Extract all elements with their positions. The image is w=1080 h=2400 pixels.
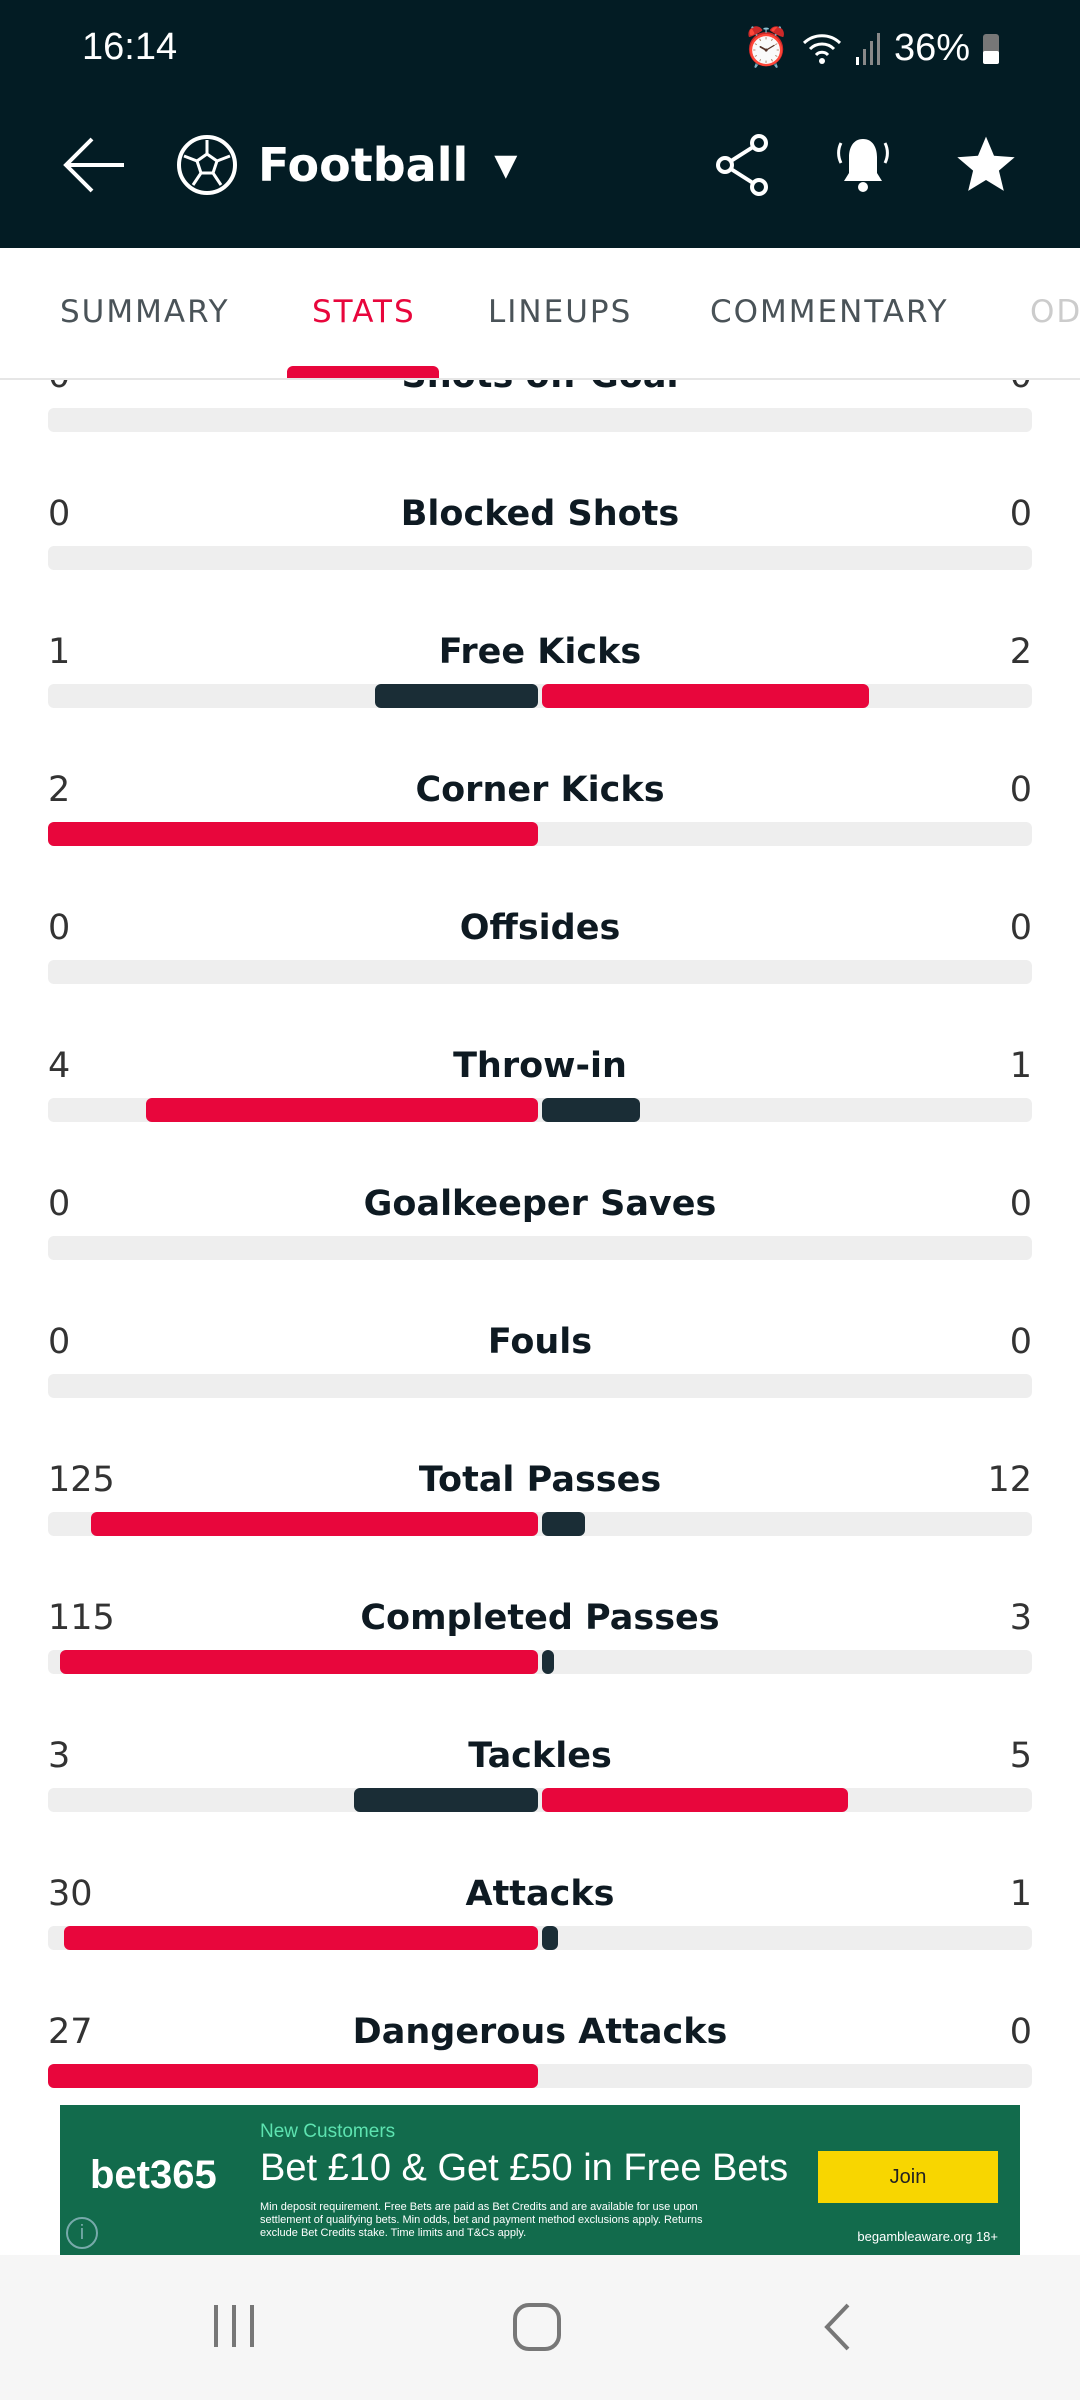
- stat-label: Corner Kicks: [415, 770, 665, 810]
- stat-row: 115 Completed Passes 3: [0, 1598, 1080, 1736]
- stat-bar-track: [48, 408, 1032, 432]
- stat-row: 1 Free Kicks 2: [0, 632, 1080, 770]
- ad-banner[interactable]: bet365 New Customers Bet £10 & Get £50 i…: [60, 2105, 1020, 2255]
- home-icon[interactable]: [512, 2302, 562, 2352]
- recent-apps-icon[interactable]: [210, 2303, 260, 2349]
- battery-icon: [983, 34, 999, 64]
- stat-row: 4 Throw-in 1: [0, 1046, 1080, 1184]
- stat-bar-track: [48, 2064, 1032, 2088]
- stat-bar-track: [48, 960, 1032, 984]
- home-bar: [63, 1926, 538, 1950]
- away-value: 0: [1009, 1322, 1032, 1362]
- home-bar: [90, 1512, 538, 1536]
- tab-summary[interactable]: SUMMARY: [60, 294, 230, 330]
- stat-row: 30 Attacks 1: [0, 1874, 1080, 2012]
- stat-label: Free Kicks: [438, 632, 642, 672]
- ad-brand-logo: bet365: [90, 2153, 217, 2197]
- stat-label: Attacks: [465, 1874, 615, 1914]
- signal-icon: [855, 33, 880, 65]
- away-bar: [542, 1788, 849, 1812]
- home-bar: [48, 2064, 538, 2088]
- stat-bar-track: [48, 1512, 1032, 1536]
- stat-bar-track: [48, 684, 1032, 708]
- away-value: 5: [1009, 1736, 1032, 1776]
- stat-label: Blocked Shots: [400, 494, 680, 534]
- wifi-icon: [802, 34, 841, 64]
- away-value: 0: [1009, 908, 1032, 948]
- stat-label: Goalkeeper Saves: [363, 1184, 717, 1224]
- away-value: 0: [1009, 1184, 1032, 1224]
- stat-row: 0 Offsides 0: [0, 908, 1080, 1046]
- stat-label: Dangerous Attacks: [352, 2012, 728, 2052]
- away-bar: [542, 1926, 558, 1950]
- ad-kicker: New Customers: [260, 2121, 396, 2142]
- home-bar: [354, 1788, 538, 1812]
- away-bar: [542, 1650, 555, 1674]
- away-value: 0: [1009, 770, 1032, 810]
- stat-row: 3 Tackles 5: [0, 1736, 1080, 1874]
- share-icon[interactable]: [715, 133, 771, 197]
- home-bar: [146, 1098, 538, 1122]
- status-icons: ⏰ 36%: [743, 26, 1000, 70]
- back-arrow-icon[interactable]: [62, 135, 126, 195]
- away-value: 3: [1009, 1598, 1032, 1638]
- stat-bar-track: [48, 1650, 1032, 1674]
- stat-bar-track: [48, 1788, 1032, 1812]
- stat-label: Offsides: [459, 908, 621, 948]
- away-value: 1: [1009, 1046, 1032, 1086]
- status-time: 16:14: [82, 26, 178, 68]
- star-icon[interactable]: [955, 134, 1017, 196]
- stat-label: Total Passes: [418, 1460, 662, 1500]
- stat-bar-track: [48, 1926, 1032, 1950]
- football-icon: [177, 135, 237, 195]
- ad-join-button[interactable]: Join: [818, 2151, 998, 2203]
- tab-commentary[interactable]: COMMENTARY: [710, 294, 949, 330]
- battery-level: 36%: [893, 26, 970, 69]
- dropdown-icon[interactable]: ▼: [494, 148, 517, 183]
- home-bar: [60, 1650, 538, 1674]
- home-bar: [48, 822, 538, 846]
- ad-info-icon[interactable]: i: [66, 2217, 98, 2249]
- stat-row: 2 Corner Kicks 0: [0, 770, 1080, 908]
- back-icon[interactable]: [822, 2302, 852, 2352]
- ad-headline: Bet £10 & Get £50 in Free Bets: [260, 2147, 789, 2189]
- sport-title[interactable]: Football: [258, 138, 468, 192]
- stat-row: 0 Fouls 0: [0, 1322, 1080, 1460]
- away-value: 12: [987, 1460, 1032, 1500]
- stat-bar-track: [48, 822, 1032, 846]
- stat-row: 125 Total Passes 12: [0, 1460, 1080, 1598]
- bell-icon[interactable]: [831, 133, 895, 197]
- tab-stats[interactable]: STATS: [312, 294, 416, 330]
- tab-odds[interactable]: OD: [1030, 294, 1080, 330]
- stat-bar-track: [48, 1236, 1032, 1260]
- app-header: 16:14 ⏰ 36% Football ▼: [0, 0, 1080, 248]
- stat-label: Tackles: [468, 1736, 612, 1776]
- away-bar: [542, 1512, 585, 1536]
- alarm-icon: ⏰: [742, 27, 790, 69]
- stat-row: 0 Blocked Shots 0: [0, 494, 1080, 632]
- away-bar: [542, 1098, 640, 1122]
- away-value: 1: [1009, 1874, 1032, 1914]
- stat-label: Throw-in: [453, 1046, 627, 1086]
- away-value: 0: [1009, 494, 1032, 534]
- away-value: 0: [1009, 2012, 1032, 2052]
- active-tab-indicator: [287, 366, 439, 378]
- away-bar: [542, 684, 869, 708]
- stat-row: 0 Goalkeeper Saves 0: [0, 1184, 1080, 1322]
- header-actions: [715, 130, 1017, 200]
- stat-bar-track: [48, 1098, 1032, 1122]
- system-nav-bar: [0, 2255, 1080, 2400]
- stat-bar-track: [48, 1374, 1032, 1398]
- stat-label: Completed Passes: [360, 1598, 720, 1638]
- stat-bar-track: [48, 546, 1032, 570]
- away-value: 2: [1009, 632, 1032, 672]
- header-left: Football ▼: [62, 130, 517, 200]
- stat-label: Fouls: [487, 1322, 593, 1362]
- tab-bar: SUMMARY STATS LINEUPS COMMENTARY OD: [0, 248, 1080, 380]
- tab-lineups[interactable]: LINEUPS: [488, 294, 632, 330]
- home-bar: [374, 684, 538, 708]
- ad-footer: begambleaware.org 18+: [857, 2229, 998, 2244]
- ad-terms: Min deposit requirement. Free Bets are p…: [260, 2201, 703, 2239]
